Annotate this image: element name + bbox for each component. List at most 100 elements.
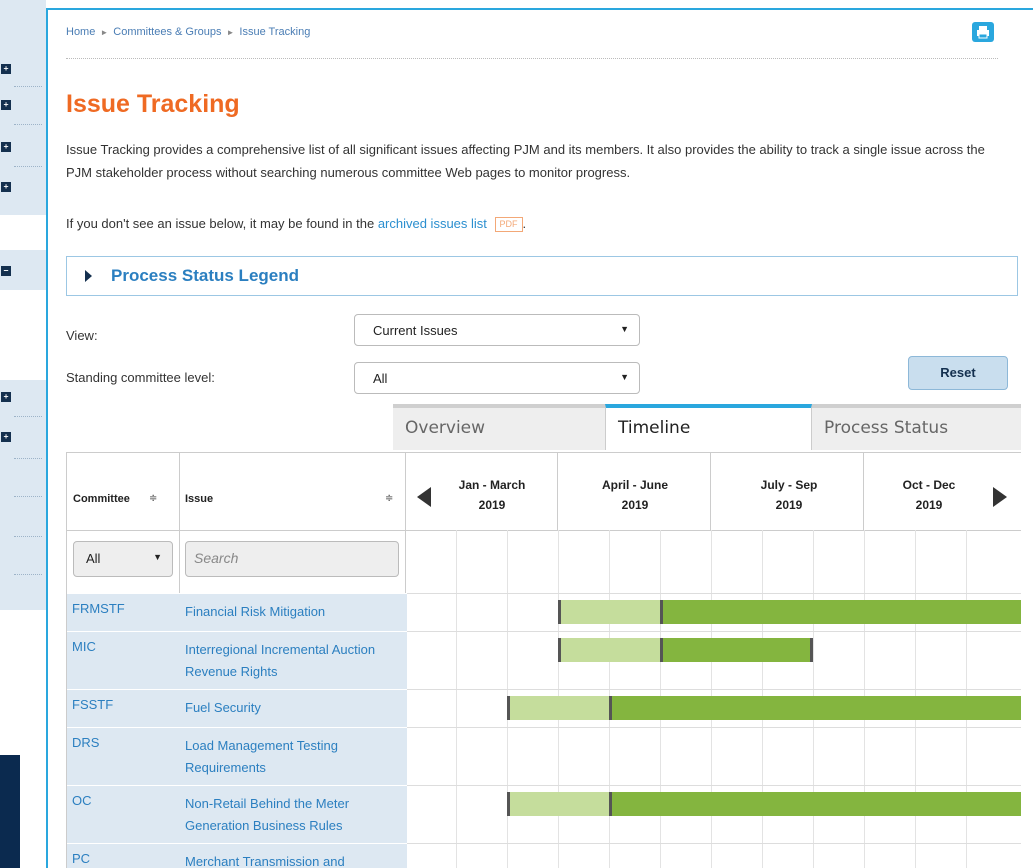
committee-filter-value: All — [86, 551, 101, 566]
expand-icon[interactable]: + — [1, 182, 11, 192]
expand-icon[interactable]: + — [1, 392, 11, 402]
timeline-marker — [609, 696, 612, 720]
period-divider — [863, 453, 864, 530]
committee-link[interactable]: DRS — [72, 735, 99, 750]
period-divider — [557, 453, 558, 530]
timeline-marker — [558, 600, 561, 624]
issue-link[interactable]: Interregional Incremental Auction Revenu… — [185, 639, 395, 683]
table-row[interactable]: MIC Interregional Incremental Auction Rev… — [67, 631, 407, 689]
expand-icon[interactable]: + — [1, 142, 11, 152]
header-divider — [67, 530, 1021, 531]
timeline-bar-dark — [609, 792, 1021, 816]
chevron-down-icon: ▼ — [620, 372, 629, 382]
timeline-marker — [558, 638, 561, 662]
table-row[interactable]: DRS Load Management Testing Requirements — [67, 727, 407, 785]
breadcrumb-home[interactable]: Home — [66, 26, 95, 38]
period-header: Jan - March 2019 — [442, 475, 542, 515]
rail-divider — [14, 496, 42, 497]
timeline-bar-dark — [660, 638, 813, 662]
level-select-value: All — [373, 371, 388, 386]
rail-divider — [14, 166, 42, 167]
view-label: View: — [66, 328, 98, 343]
issue-search-input[interactable]: Search — [185, 541, 399, 577]
period-header: Oct - Dec 2019 — [879, 475, 979, 515]
divider — [66, 58, 998, 59]
tab-timeline[interactable]: Timeline — [605, 404, 812, 450]
timeline-marker — [609, 792, 612, 816]
expand-icon[interactable]: + — [1, 64, 11, 74]
pdf-badge: PDF — [494, 217, 523, 232]
breadcrumb: Home ► Committees & Groups ► Issue Tracking — [66, 26, 310, 38]
level-select[interactable]: All ▼ — [354, 362, 640, 394]
committee-link[interactable]: OC — [72, 793, 92, 808]
timeline-bar-light — [507, 792, 609, 816]
issue-link[interactable]: Fuel Security — [185, 697, 395, 719]
row-divider — [407, 689, 1021, 690]
timeline-bar-dark — [660, 600, 1021, 624]
sort-icon[interactable]: ≑ — [385, 493, 393, 504]
print-icon[interactable] — [972, 22, 994, 42]
table-row[interactable]: OC Non-Retail Behind the Meter Generation… — [67, 785, 407, 843]
chevron-down-icon: ▼ — [620, 324, 629, 334]
period-year: 2019 — [775, 498, 803, 512]
timeline-next-arrow-icon[interactable] — [993, 487, 1007, 507]
committee-link[interactable]: MIC — [72, 639, 96, 654]
issue-column-header[interactable]: Issue — [185, 493, 213, 505]
timeline-marker — [507, 792, 510, 816]
row-divider — [407, 593, 1021, 594]
rail-divider — [14, 458, 42, 459]
collapse-icon[interactable]: − — [1, 266, 11, 276]
intro-text: Issue Tracking provides a comprehensive … — [66, 142, 985, 180]
period-year: 2019 — [915, 498, 943, 512]
period-range: Jan - March — [458, 478, 526, 492]
month-gridline — [456, 530, 457, 868]
rail-divider — [14, 124, 42, 125]
legend-title: Process Status Legend — [111, 266, 300, 285]
archive-note: If you don't see an issue below, it may … — [66, 216, 526, 232]
sort-icon[interactable]: ≑ — [149, 493, 157, 504]
issue-link[interactable]: Load Management Testing Requirements — [185, 735, 395, 779]
archive-suffix: . — [522, 216, 527, 231]
period-divider — [710, 453, 711, 530]
committee-link[interactable]: PC — [72, 851, 90, 866]
committee-filter-select[interactable]: All ▼ — [73, 541, 173, 577]
committee-column-header[interactable]: Committee — [73, 493, 130, 505]
tab-process-status[interactable]: Process Status — [812, 404, 1021, 450]
level-label: Standing committee level: — [66, 370, 215, 385]
issue-link[interactable]: Non-Retail Behind the Meter Generation B… — [185, 793, 395, 837]
issue-link[interactable]: Merchant Transmission and — [185, 851, 395, 868]
row-divider — [407, 727, 1021, 728]
left-rail: + + + + − + + — [0, 0, 46, 868]
period-year: 2019 — [478, 498, 506, 512]
rail-divider — [14, 86, 42, 87]
committee-link[interactable]: FRMSTF — [72, 601, 125, 616]
issues-table: Committee ≑ Issue ≑ Jan - March 2019 Apri… — [66, 452, 1021, 868]
timeline-marker — [660, 600, 663, 624]
row-divider — [407, 785, 1021, 786]
expand-icon[interactable]: + — [1, 100, 11, 110]
row-divider — [407, 843, 1021, 844]
breadcrumb-committees[interactable]: Committees & Groups — [113, 26, 221, 38]
rail-panel-footer — [0, 755, 20, 868]
reset-button[interactable]: Reset — [908, 356, 1008, 390]
table-row[interactable]: FSSTF Fuel Security — [67, 689, 407, 727]
expand-icon[interactable]: + — [1, 432, 11, 442]
table-row[interactable]: FRMSTF Financial Risk Mitigation — [67, 593, 407, 631]
table-row[interactable]: PC Merchant Transmission and — [67, 843, 407, 868]
expand-triangle-icon — [85, 270, 92, 282]
timeline-prev-arrow-icon[interactable] — [417, 487, 431, 507]
view-select[interactable]: Current Issues ▼ — [354, 314, 640, 346]
breadcrumb-current: Issue Tracking — [239, 26, 311, 38]
issue-link[interactable]: Financial Risk Mitigation — [185, 601, 395, 623]
rail-divider — [14, 536, 42, 537]
tab-overview[interactable]: Overview — [393, 404, 605, 450]
timeline-bar-light — [558, 600, 660, 624]
timeline-marker — [507, 696, 510, 720]
archived-issues-link[interactable]: archived issues list — [378, 216, 487, 231]
view-select-value: Current Issues — [373, 323, 458, 338]
column-divider — [179, 453, 180, 593]
process-status-legend-toggle[interactable]: Process Status Legend — [66, 256, 1018, 296]
timeline-marker — [810, 638, 813, 662]
committee-link[interactable]: FSSTF — [72, 697, 113, 712]
rail-divider — [14, 416, 42, 417]
